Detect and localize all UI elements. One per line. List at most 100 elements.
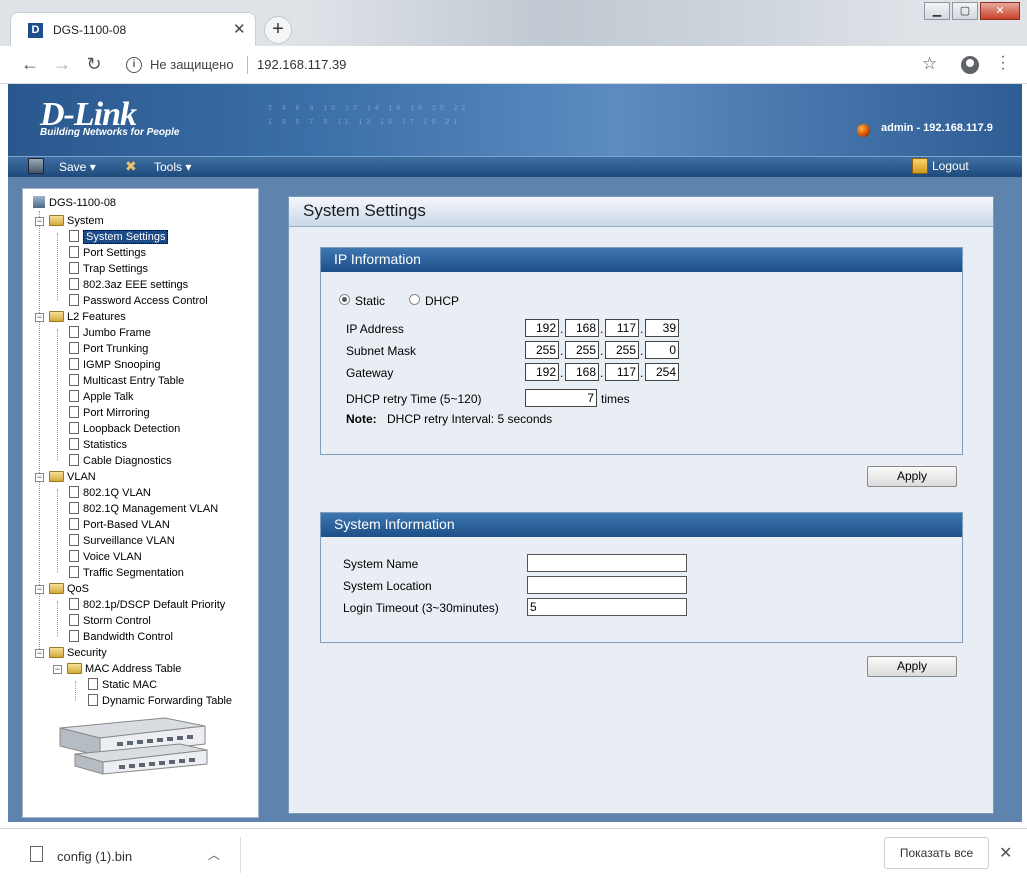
tree-item-storm-control[interactable]: Storm Control	[69, 614, 151, 628]
tree-folder-security[interactable]: Security	[49, 646, 107, 660]
browser-tab[interactable]: D DGS-1100-08 ✕	[10, 12, 256, 46]
page-icon	[69, 566, 79, 578]
system-location-label: System Location	[343, 579, 432, 593]
ip-apply-button[interactable]: Apply	[867, 466, 957, 487]
gw-octet-2-field[interactable]: 168	[565, 363, 599, 381]
chevron-up-icon[interactable]: ︿	[208, 846, 220, 863]
tree-folder-l2-features[interactable]: L2 Features	[49, 310, 126, 324]
collapse-mac-table-icon[interactable]: −	[53, 665, 62, 674]
page-icon	[69, 454, 79, 466]
dhcp-radio[interactable]	[409, 294, 420, 305]
folder-icon	[49, 647, 64, 658]
dhcp-retry-label: DHCP retry Time (5~120)	[346, 392, 482, 406]
tree-item-voice-vlan[interactable]: Voice VLAN	[69, 550, 142, 564]
ip-information-box: IP Information Static DHCP IP Address 19…	[320, 247, 963, 455]
ip-octet-1-field[interactable]: 192	[525, 319, 559, 337]
tree-item-cable-diagnostics[interactable]: Cable Diagnostics	[69, 454, 172, 468]
back-icon[interactable]: ←	[19, 54, 41, 75]
tree-item-port-based-vlan[interactable]: Port-Based VLAN	[69, 518, 170, 532]
ip-octet-2-field[interactable]: 168	[565, 319, 599, 337]
folder-icon	[49, 311, 64, 322]
show-all-button[interactable]: Показать все	[884, 837, 989, 869]
mask-octet-2-field[interactable]: 255	[565, 341, 599, 359]
tree-item-loopback-detection[interactable]: Loopback Detection	[69, 422, 180, 436]
tree-item-traffic-segmentation[interactable]: Traffic Segmentation	[69, 566, 184, 580]
login-timeout-field[interactable]: 5	[527, 598, 687, 616]
security-status[interactable]: Не защищено	[150, 57, 234, 72]
mask-octet-3-field[interactable]: 255	[605, 341, 639, 359]
gw-octet-3-field[interactable]: 117	[605, 363, 639, 381]
page-icon	[69, 518, 79, 530]
tree-item-mgmt-vlan[interactable]: 802.1Q Management VLAN	[69, 502, 218, 516]
collapse-qos-icon[interactable]: −	[35, 585, 44, 594]
logout-link[interactable]: Logout	[932, 159, 969, 173]
ip-address-label: IP Address	[346, 322, 404, 336]
tree-item-default-priority[interactable]: 802.1p/DSCP Default Priority	[69, 598, 225, 612]
tree-item-apple-talk[interactable]: Apple Talk	[69, 390, 134, 404]
tree-item-eee-settings[interactable]: 802.3az EEE settings	[69, 278, 188, 292]
browser-toolbar: ← → ↻ i Не защищено 192.168.117.39 ☆ · · ·	[0, 46, 1027, 84]
mask-octet-4-field[interactable]: 0	[645, 341, 679, 359]
dhcp-retry-unit: times	[601, 392, 630, 406]
tree-item-igmp-snooping[interactable]: IGMP Snooping	[69, 358, 160, 372]
tree-item-dynamic-forwarding[interactable]: Dynamic Forwarding Table	[88, 694, 232, 708]
tree-item-static-mac[interactable]: Static MAC	[88, 678, 157, 692]
address-bar[interactable]: 192.168.117.39	[257, 57, 346, 72]
account-icon[interactable]	[961, 56, 979, 74]
tree-folder-qos[interactable]: QoS	[49, 582, 89, 596]
tree-item-port-mirroring[interactable]: Port Mirroring	[69, 406, 150, 420]
dlink-header: 2 4 6 8 10 12 14 16 18 20 22 1 3 5 7 9 1…	[8, 84, 1022, 156]
gw-octet-4-field[interactable]: 254	[645, 363, 679, 381]
close-download-bar-icon[interactable]: ✕	[999, 843, 1012, 863]
subnet-mask-label: Subnet Mask	[346, 344, 417, 358]
dhcp-label: DHCP	[425, 294, 460, 308]
download-item[interactable]: config (1).bin	[57, 849, 132, 864]
ip-octet-4-field[interactable]: 39	[645, 319, 679, 337]
page-icon	[69, 374, 79, 386]
tree-item-bandwidth-control[interactable]: Bandwidth Control	[69, 630, 173, 644]
nav-tree: DGS-1100-08 − System System Settings Por…	[22, 188, 259, 818]
tools-menu[interactable]: Tools ▾	[154, 160, 191, 174]
tree-folder-vlan[interactable]: VLAN	[49, 470, 96, 484]
tree-item-jumbo-frame[interactable]: Jumbo Frame	[69, 326, 151, 340]
forward-icon[interactable]: →	[51, 54, 73, 75]
tree-item-statistics[interactable]: Statistics	[69, 438, 127, 452]
system-information-box: System Information System Name System Lo…	[320, 512, 963, 643]
bookmark-star-icon[interactable]: ☆	[922, 54, 937, 74]
tree-folder-system[interactable]: System	[49, 214, 104, 228]
collapse-security-icon[interactable]: −	[35, 649, 44, 658]
mask-octet-1-field[interactable]: 255	[525, 341, 559, 359]
tree-item-8021q-vlan[interactable]: 802.1Q VLAN	[69, 486, 151, 500]
collapse-vlan-icon[interactable]: −	[35, 473, 44, 482]
tree-item-port-trunking[interactable]: Port Trunking	[69, 342, 148, 356]
tree-item-port-settings[interactable]: Port Settings	[69, 246, 146, 260]
new-tab-button[interactable]: +	[264, 16, 292, 44]
save-menu[interactable]: Save ▾	[59, 160, 96, 174]
tree-item-password-access[interactable]: Password Access Control	[69, 294, 208, 308]
page-icon	[69, 294, 79, 306]
reload-icon[interactable]: ↻	[83, 54, 105, 75]
ip-octet-3-field[interactable]: 117	[605, 319, 639, 337]
tab-close-icon[interactable]: ✕	[233, 20, 246, 38]
tree-item-surveillance-vlan[interactable]: Surveillance VLAN	[69, 534, 175, 548]
system-name-field[interactable]	[527, 554, 687, 572]
site-info-icon[interactable]: i	[126, 57, 142, 73]
tree-item-trap-settings[interactable]: Trap Settings	[69, 262, 148, 276]
window-close-button[interactable]: ✕	[980, 2, 1020, 20]
browser-menu-icon[interactable]: · · ·	[995, 49, 1011, 77]
collapse-system-icon[interactable]: −	[35, 217, 44, 226]
system-apply-button[interactable]: Apply	[867, 656, 957, 677]
gw-octet-1-field[interactable]: 192	[525, 363, 559, 381]
page-title: System Settings	[289, 197, 993, 227]
system-location-field[interactable]	[527, 576, 687, 594]
minimize-button[interactable]: ▁	[924, 2, 950, 20]
maximize-button[interactable]: ▢	[952, 2, 978, 20]
tree-root[interactable]: DGS-1100-08	[33, 196, 116, 210]
tree-item-multicast-entry[interactable]: Multicast Entry Table	[69, 374, 184, 388]
collapse-l2-icon[interactable]: −	[35, 313, 44, 322]
static-radio[interactable]	[339, 294, 350, 305]
dhcp-retry-field[interactable]: 7	[525, 389, 597, 407]
tree-folder-mac-table[interactable]: MAC Address Table	[67, 662, 181, 676]
page-icon	[69, 534, 79, 546]
tree-item-system-settings[interactable]: System Settings	[69, 230, 169, 244]
